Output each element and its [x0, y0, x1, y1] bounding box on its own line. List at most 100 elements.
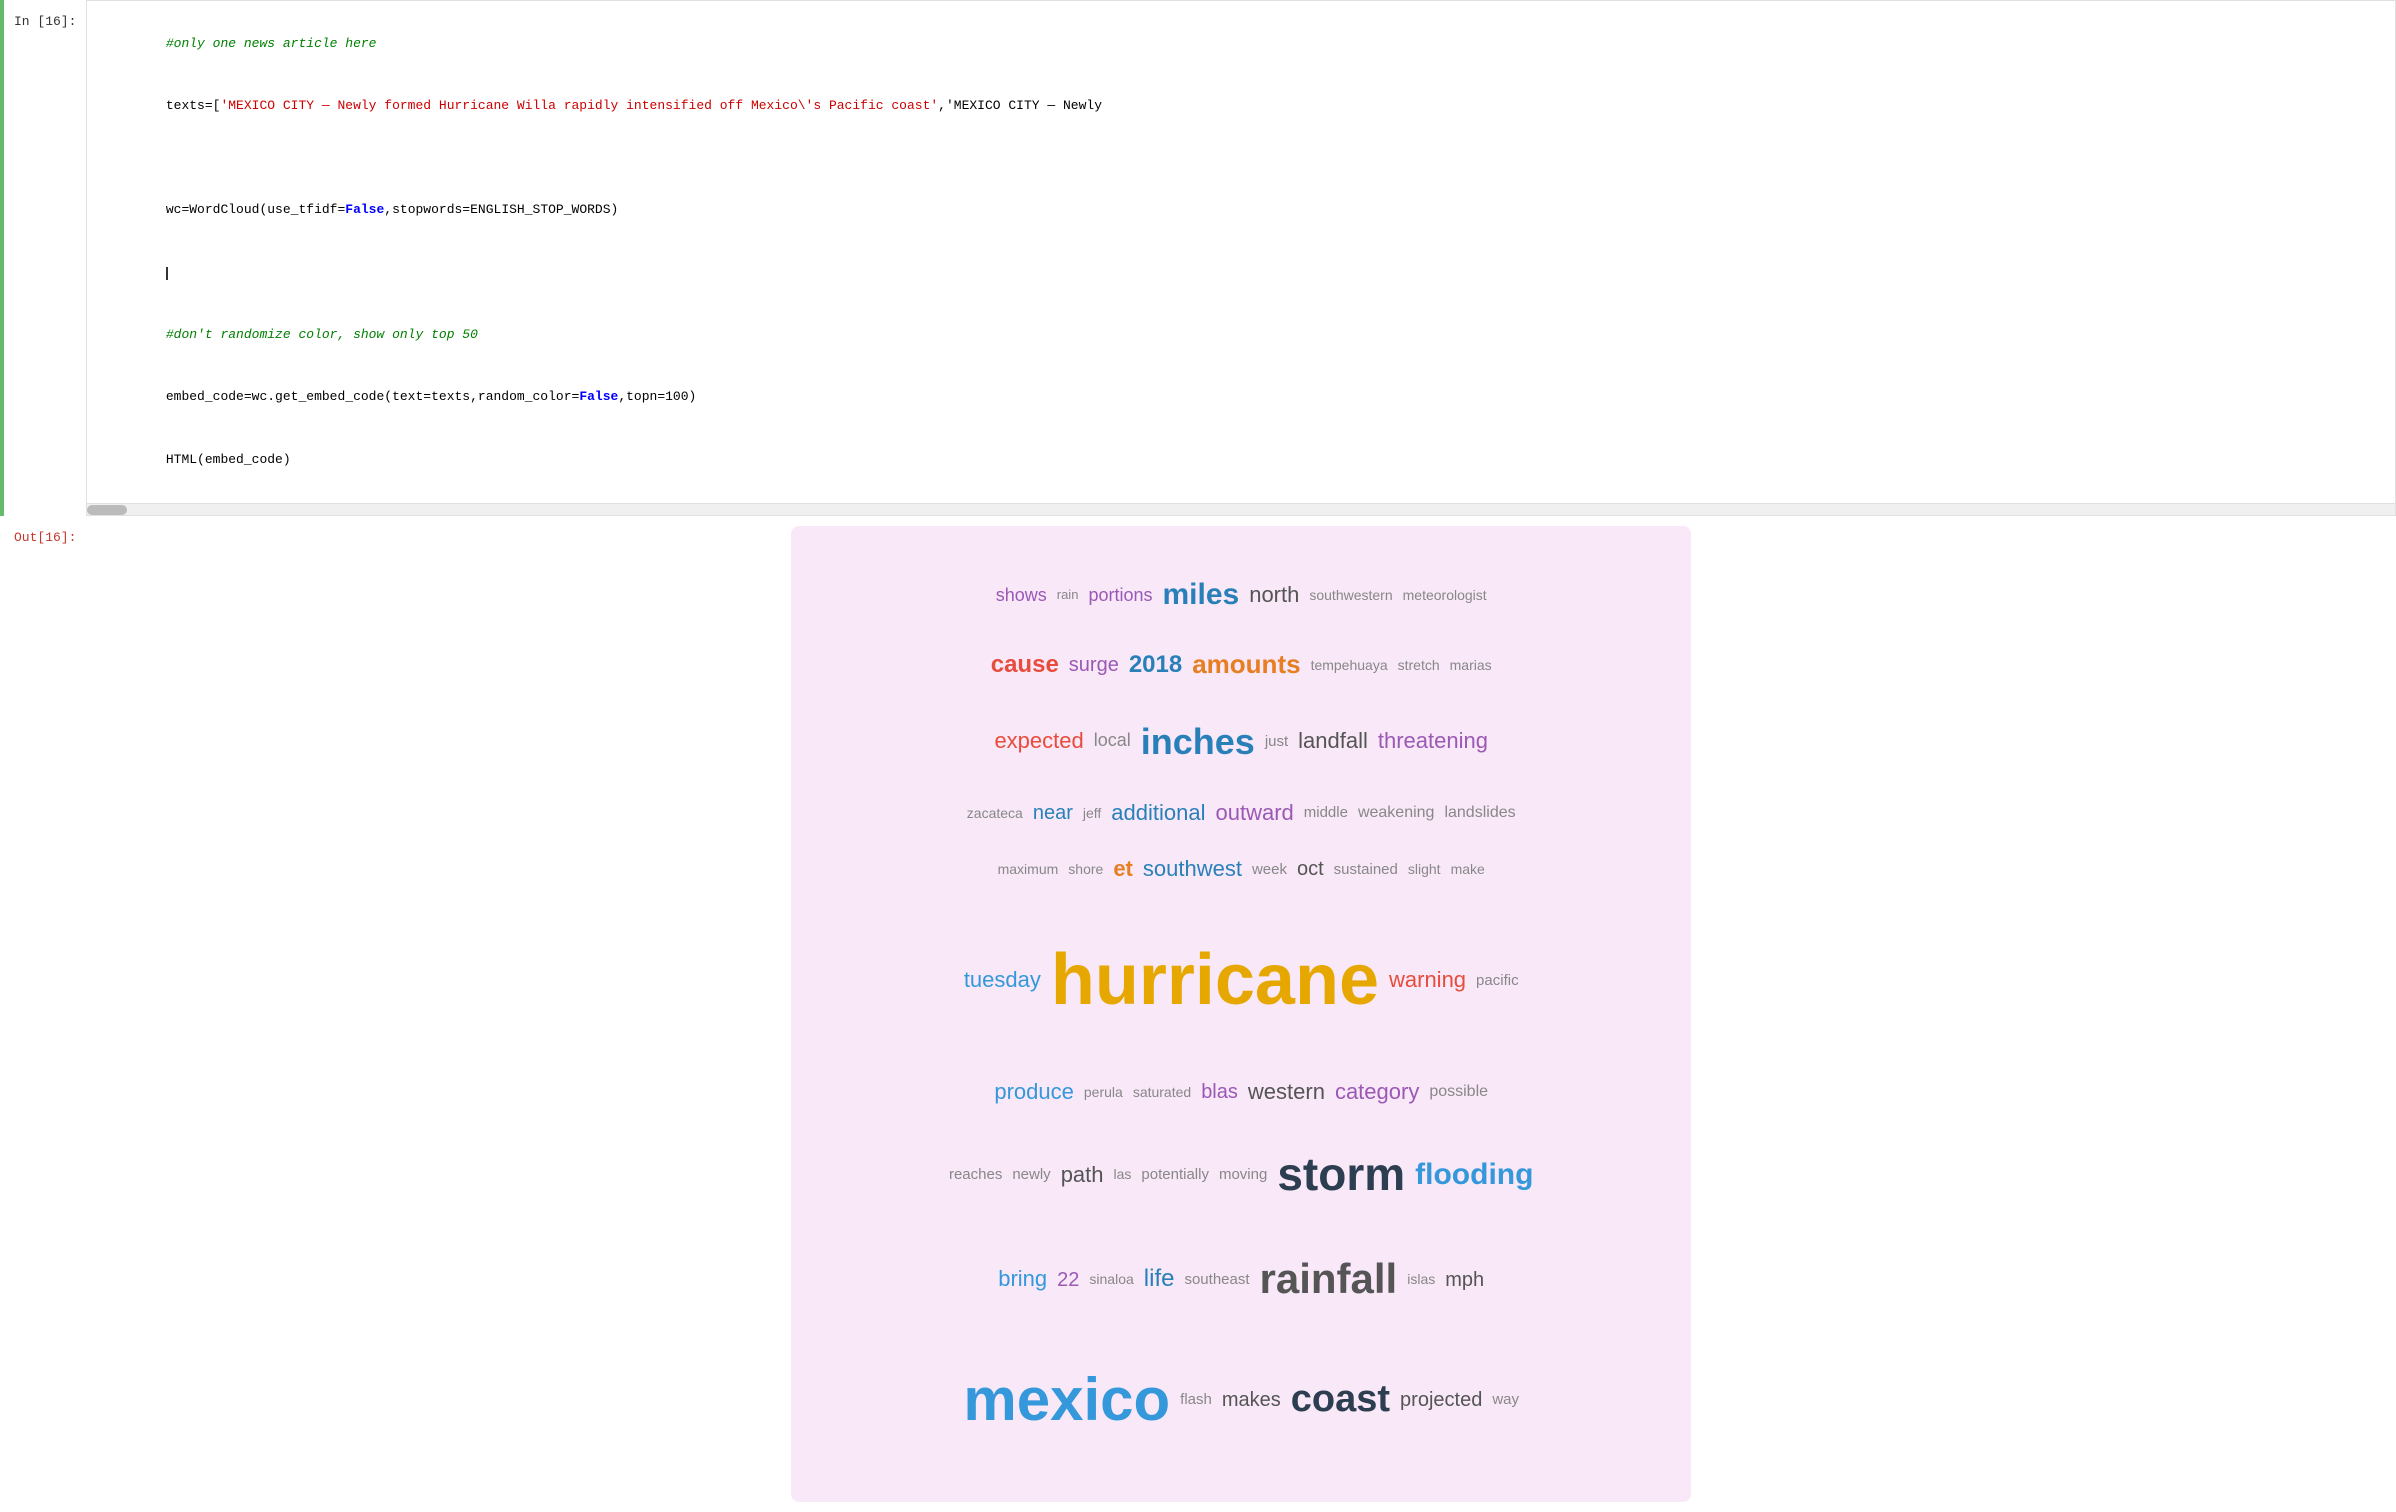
word-miles: miles [1162, 562, 1239, 628]
word-projected: projected [1400, 1378, 1482, 1422]
word-rain: rain [1057, 581, 1079, 610]
word-moving: moving [1219, 1158, 1267, 1191]
output-content: shows rain portionsmilesnorth southwestern m… [86, 516, 2396, 1512]
cursor [166, 267, 168, 280]
word-potentially: potentially [1141, 1158, 1209, 1191]
word-makes: makes [1222, 1378, 1281, 1422]
comment-line-1: #only one news article here [166, 36, 377, 51]
word-jeff: jeff [1083, 798, 1101, 829]
input-cell-16: In [16]: #only one news article here tex… [0, 0, 2396, 516]
word-meteorologist: meteorologist [1403, 580, 1487, 611]
word-newly: newly [1012, 1158, 1050, 1191]
word-coast: coast [1291, 1358, 1390, 1442]
word-marias: marias [1450, 650, 1492, 681]
word-flooding: flooding [1415, 1142, 1533, 1208]
word-maximum: maximum [998, 854, 1059, 885]
word-cause: cause [991, 639, 1059, 692]
word-shore: shore [1068, 854, 1103, 885]
word-storm: storm [1277, 1124, 1405, 1225]
wordcloud-row: bring22 sinaloa life southeast rainfall islas… [831, 1231, 1651, 1327]
word-southwestern: southwestern [1309, 580, 1392, 611]
wordcloud-row: reaches newly pathlas potentially moving stor… [831, 1122, 1651, 1227]
word-sinaloa: sinaloa [1089, 1264, 1133, 1295]
word-zacateca: zacateca [967, 798, 1023, 829]
word-reaches: reaches [949, 1158, 1002, 1191]
word-produce: produce [994, 1068, 1074, 1116]
output-label-text: Out[16]: [14, 530, 76, 545]
word-mph: mph [1445, 1258, 1484, 1302]
wordcloud-row: produce perula saturated blas westerncategor… [831, 1066, 1651, 1118]
scrollbar-thumb[interactable] [87, 505, 127, 515]
word-slight: slight [1408, 854, 1441, 885]
word-way: way [1492, 1383, 1519, 1416]
word-north: north [1249, 571, 1299, 619]
wordcloud-row: expected local inches just landfallthreateni… [831, 700, 1651, 783]
word-week: week [1252, 853, 1287, 886]
wordcloud-row: shows rain portionsmilesnorth southwestern m… [831, 560, 1651, 630]
word-22: 22 [1057, 1258, 1079, 1302]
output-cell-16: Out[16]: shows rain portionsmilesnorth sout… [0, 516, 2396, 1512]
word-sustained: sustained [1334, 853, 1398, 886]
word-perula: perula [1084, 1077, 1123, 1108]
code-editor[interactable]: #only one news article here texts=['MEXI… [86, 0, 2396, 504]
input-label: In [16]: [4, 0, 86, 516]
word-possible: possible [1429, 1074, 1488, 1109]
wordcloud: shows rain portionsmilesnorth southwestern m… [791, 526, 1691, 1502]
input-label-text: In [16]: [14, 14, 76, 29]
word-pacific: pacific [1476, 964, 1519, 997]
code-line-2: texts=['MEXICO CITY — Newly formed Hurri… [166, 98, 1102, 113]
code-line-4: wc=WordCloud(use_tfidf=False,stopwords=E… [166, 202, 619, 217]
word-path: path [1061, 1151, 1104, 1199]
wordcloud-row: mexico flash makescoastprojected way [831, 1332, 1651, 1468]
word-southwest: southwest [1143, 845, 1242, 893]
word-shows: shows [996, 576, 1047, 616]
word-las: las [1114, 1159, 1132, 1190]
word-mexico: mexico [963, 1334, 1170, 1466]
word-make: make [1451, 854, 1485, 885]
word-southeast: southeast [1184, 1263, 1249, 1296]
word-inches: inches [1141, 702, 1255, 781]
word-islas: islas [1407, 1264, 1435, 1295]
word-et: et [1113, 845, 1133, 893]
word-life: life [1144, 1253, 1175, 1306]
code-content[interactable]: #only one news article here texts=['MEXI… [86, 0, 2396, 516]
word-outward: outward [1215, 789, 1293, 837]
word-warning: warning [1389, 956, 1466, 1004]
word-flash: flash [1180, 1383, 1212, 1416]
code-line-6: embed_code=wc.get_embed_code(text=texts,… [166, 389, 697, 404]
wordcloud-row: maximum shoreetsouthwest weekoct sustained s… [831, 843, 1651, 895]
word-middle: middle [1304, 796, 1348, 829]
horizontal-scrollbar[interactable] [86, 504, 2396, 516]
word-rainfall: rainfall [1260, 1233, 1398, 1325]
word-western: western [1248, 1068, 1325, 1116]
word-threatening: threatening [1378, 717, 1488, 765]
output-label: Out[16]: [4, 516, 86, 1512]
wordcloud-row: zacateca near jeff additionaloutward middlew… [831, 787, 1651, 839]
wordcloud-row: causesurge2018amounts tempehuaya stretch ma… [831, 634, 1651, 695]
notebook: In [16]: #only one news article here tex… [0, 0, 2396, 1512]
word-landslides: landslides [1444, 795, 1515, 830]
word-tempehuaya: tempehuaya [1311, 650, 1388, 681]
word-local: local [1094, 721, 1131, 761]
word-expected: expected [994, 717, 1083, 765]
word-hurricane: hurricane [1051, 901, 1379, 1059]
word-saturated: saturated [1133, 1077, 1191, 1108]
word-landfall: landfall [1298, 717, 1368, 765]
word-portions: portions [1088, 576, 1152, 616]
word-stretch: stretch [1398, 650, 1440, 681]
word-weakening: weakening [1358, 795, 1435, 830]
wordcloud-row: tuesdayhurricanewarning pacific [831, 899, 1651, 1061]
comment-line-2: #don't randomize color, show only top 50 [166, 327, 478, 342]
word-surge: surge [1069, 643, 1119, 687]
word-blas: blas [1201, 1070, 1238, 1114]
word-oct: oct [1297, 847, 1324, 891]
code-line-7: HTML(embed_code) [166, 452, 291, 467]
word-just: just [1265, 725, 1288, 758]
word-2018: 2018 [1129, 639, 1182, 692]
word-near: near [1033, 791, 1073, 835]
word-tuesday: tuesday [964, 956, 1041, 1004]
word-additional: additional [1111, 789, 1205, 837]
word-amounts: amounts [1192, 636, 1300, 693]
word-category: category [1335, 1068, 1419, 1116]
word-bring: bring [998, 1255, 1047, 1303]
